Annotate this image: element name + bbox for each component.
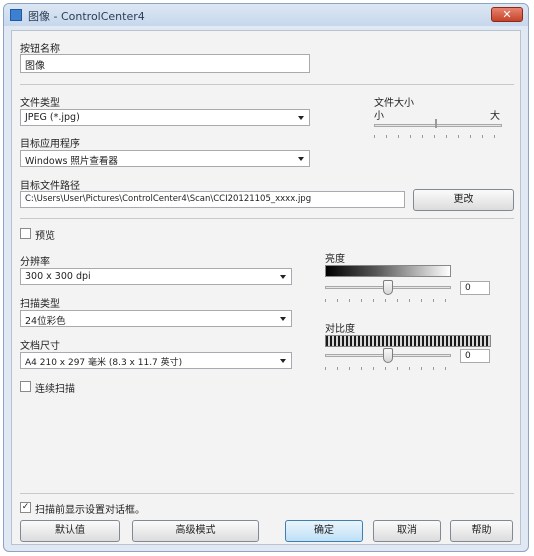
dialog-window: 图像 - ControlCenter4 ✕ 按钮名称 图像 文件类型 JPEG … xyxy=(3,3,529,552)
title-bar[interactable]: 图像 - ControlCenter4 ✕ xyxy=(4,4,528,26)
contrast-value-input[interactable]: 0 xyxy=(460,349,490,363)
chevron-down-icon xyxy=(298,116,304,120)
contrast-pattern xyxy=(325,335,491,347)
target-app-select[interactable]: Windows 照片查看器 xyxy=(20,150,310,167)
file-type-label: 文件类型 xyxy=(20,98,60,109)
document-size-value: A4 210 x 297 毫米 (8.3 x 11.7 英寸) xyxy=(25,358,183,368)
close-icon: ✕ xyxy=(502,8,512,21)
file-size-ticks xyxy=(374,135,502,138)
file-size-small-label: 小 xyxy=(374,111,384,122)
file-path-input[interactable]: C:\Users\User\Pictures\ControlCenter4\Sc… xyxy=(20,191,405,208)
separator xyxy=(20,493,514,494)
advanced-mode-button[interactable]: 高级模式 xyxy=(132,520,259,542)
show-settings-label: 扫描前显示设置对话框。 xyxy=(35,505,145,516)
separator xyxy=(20,218,514,219)
brightness-label: 亮度 xyxy=(325,254,345,265)
file-type-select[interactable]: JPEG (*.jpg) xyxy=(20,109,310,126)
resolution-label: 分辨率 xyxy=(20,257,50,268)
chevron-down-icon xyxy=(280,359,286,363)
close-button[interactable]: ✕ xyxy=(491,7,523,22)
window-title: 图像 - ControlCenter4 xyxy=(28,10,145,23)
chevron-down-icon xyxy=(280,317,286,321)
brightness-value-input[interactable]: 0 xyxy=(460,281,490,295)
preview-checkbox[interactable] xyxy=(20,228,31,239)
chevron-down-icon xyxy=(298,157,304,161)
document-size-select[interactable]: A4 210 x 297 毫米 (8.3 x 11.7 英寸) xyxy=(20,352,292,369)
contrast-slider-thumb[interactable] xyxy=(383,348,393,363)
brightness-ticks xyxy=(325,299,451,302)
scan-type-label: 扫描类型 xyxy=(20,299,60,310)
file-path-label: 目标文件路径 xyxy=(20,181,80,192)
cancel-button[interactable]: 取消 xyxy=(373,520,441,542)
separator xyxy=(20,84,514,85)
contrast-label: 对比度 xyxy=(325,324,355,335)
resolution-value: 300 x 300 dpi xyxy=(25,271,91,282)
help-button[interactable]: 帮助 xyxy=(450,520,513,542)
file-type-value: JPEG (*.jpg) xyxy=(25,112,80,123)
target-app-label: 目标应用程序 xyxy=(20,139,80,150)
app-icon xyxy=(10,9,22,21)
button-name-label: 按钮名称 xyxy=(20,44,60,55)
scan-type-value: 24位彩色 xyxy=(25,316,66,327)
brightness-gradient xyxy=(325,265,451,277)
show-settings-checkbox[interactable]: ✓ xyxy=(20,502,31,513)
dialog-content: 按钮名称 图像 文件类型 JPEG (*.jpg) 文件大小 小 大 目标应用程… xyxy=(11,30,521,545)
preview-label: 预览 xyxy=(35,231,55,242)
contrast-ticks xyxy=(325,367,451,370)
check-icon: ✓ xyxy=(21,502,30,512)
ok-button[interactable]: 确定 xyxy=(285,520,363,542)
continuous-scan-checkbox[interactable] xyxy=(20,381,31,392)
brightness-slider-thumb[interactable] xyxy=(383,280,393,295)
chevron-down-icon xyxy=(280,275,286,279)
resolution-select[interactable]: 300 x 300 dpi xyxy=(20,268,292,285)
scan-type-select[interactable]: 24位彩色 xyxy=(20,310,292,327)
file-size-large-label: 大 xyxy=(490,111,500,122)
change-path-button[interactable]: 更改 xyxy=(413,189,514,211)
document-size-label: 文档尺寸 xyxy=(20,341,60,352)
default-button[interactable]: 默认值 xyxy=(20,520,120,542)
button-name-input[interactable]: 图像 xyxy=(20,54,310,73)
file-size-slider-thumb[interactable] xyxy=(435,119,437,128)
file-size-slider[interactable] xyxy=(374,124,502,127)
target-app-value: Windows 照片查看器 xyxy=(25,156,118,167)
continuous-scan-label: 连续扫描 xyxy=(35,384,75,395)
